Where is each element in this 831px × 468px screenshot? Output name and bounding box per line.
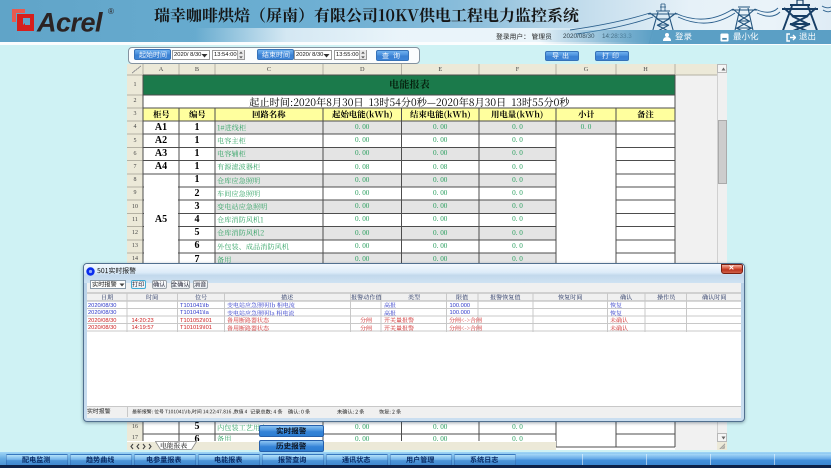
svg-text:®: ® <box>108 7 114 16</box>
svg-text:Acrel: Acrel <box>36 8 103 38</box>
